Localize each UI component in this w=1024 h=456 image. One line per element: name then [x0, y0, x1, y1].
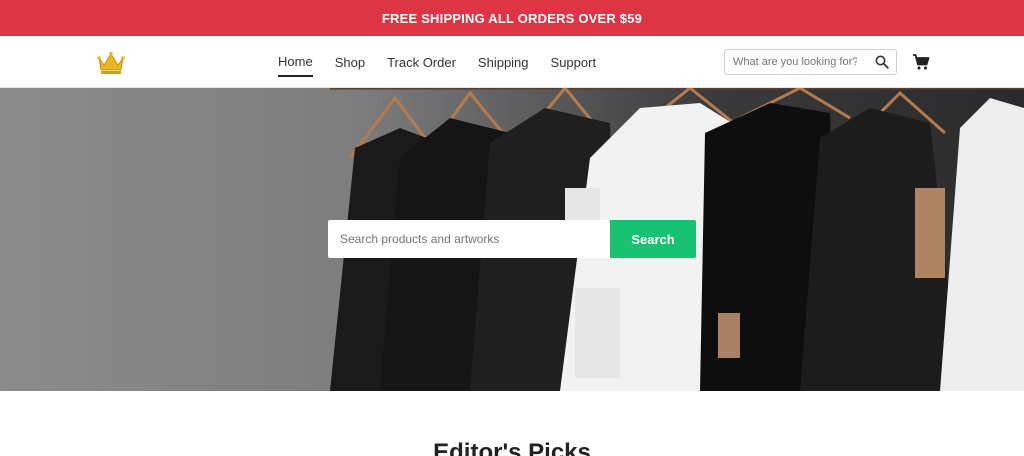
- nav-shop[interactable]: Shop: [335, 49, 365, 76]
- nav-home[interactable]: Home: [278, 48, 313, 77]
- promo-text: FREE SHIPPING ALL ORDERS OVER $59: [381, 10, 643, 26]
- promo-banner: FREE SHIPPING ALL ORDERS OVER $59: [0, 0, 1024, 36]
- search-icon[interactable]: [875, 55, 889, 69]
- nav-track-order[interactable]: Track Order: [387, 49, 456, 76]
- cart-icon[interactable]: [912, 53, 930, 71]
- section-title: Editor's Picks: [433, 439, 591, 456]
- hero-search-button[interactable]: Search: [610, 220, 696, 258]
- crown-logo-icon[interactable]: [96, 48, 126, 78]
- site-header: Home Shop Track Order Shipping Support: [0, 36, 1024, 88]
- hero-banner: Search: [0, 88, 1024, 391]
- hero-search-input[interactable]: [328, 220, 610, 258]
- nav-shipping[interactable]: Shipping: [478, 49, 529, 76]
- header-search-input[interactable]: [725, 51, 865, 73]
- main-nav: Home Shop Track Order Shipping Support: [278, 36, 596, 88]
- hero-search-bar: Search: [328, 220, 696, 258]
- header-search: [724, 49, 897, 75]
- nav-support[interactable]: Support: [551, 49, 597, 76]
